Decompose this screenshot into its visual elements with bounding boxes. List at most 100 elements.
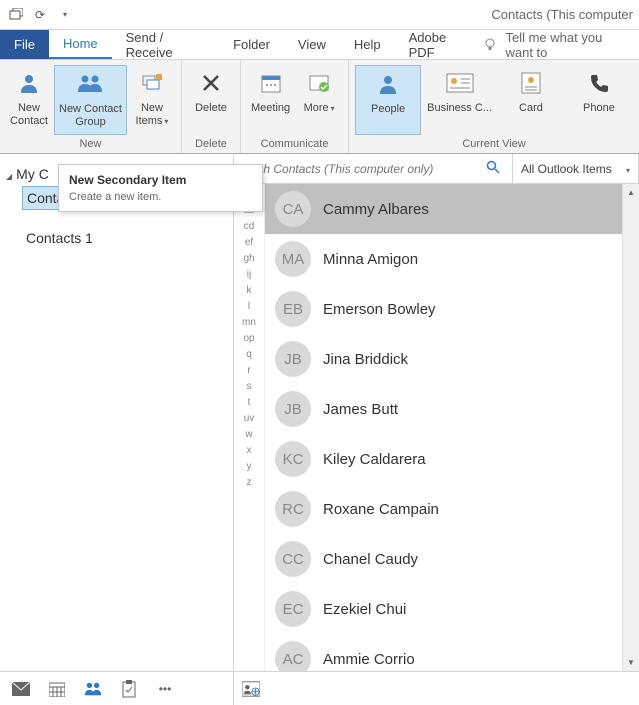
more-communicate-button[interactable]: More	[296, 65, 342, 135]
avatar: EB	[275, 291, 311, 327]
delete-button[interactable]: Delete	[188, 65, 234, 135]
tab-adobe[interactable]: Adobe PDF	[395, 30, 484, 59]
undo-icon[interactable]: ⟳	[30, 5, 50, 25]
new-items-button[interactable]: NewItems	[129, 65, 175, 135]
people-card-icon[interactable]	[242, 680, 260, 698]
view-phone-button[interactable]: Phone	[566, 65, 632, 135]
ribbon: NewContact New ContactGroup NewItems New…	[0, 60, 639, 154]
calendar-nav-icon[interactable]	[48, 680, 66, 698]
scroll-down-icon[interactable]: ▼	[623, 654, 639, 671]
view-businesscard-button[interactable]: Business C...	[423, 65, 496, 135]
view-card-button[interactable]: Card	[498, 65, 564, 135]
alpha-l[interactable]: l	[248, 302, 250, 312]
contact-list[interactable]: CACammy Albares MA Minna Amigon EB Emerson B…	[264, 184, 622, 671]
qat-customize-icon[interactable]	[54, 5, 74, 25]
avatar: JB	[275, 341, 311, 377]
alpha-y[interactable]: y	[247, 462, 252, 472]
view-people-button[interactable]: People	[355, 65, 421, 135]
search-input[interactable]	[240, 162, 480, 176]
contact-row[interactable]: KC Kiley Caldarera	[265, 434, 622, 484]
alpha-k[interactable]: k	[247, 286, 252, 296]
alpha-ef[interactable]: ef	[245, 238, 253, 248]
sendreceive-qat-icon[interactable]	[6, 5, 26, 25]
alpha-w[interactable]: w	[245, 430, 252, 440]
ribbon-group-currentview: People Business C... Card Phone Current …	[349, 60, 639, 153]
contact-row[interactable]: JB James Butt	[265, 384, 622, 434]
contact-name: Emerson Bowley	[323, 301, 436, 318]
alpha-q[interactable]: q	[246, 350, 252, 360]
scrollbar[interactable]: ▲ ▼	[622, 184, 639, 671]
tree-item-contacts1[interactable]: Contacts 1	[22, 210, 227, 249]
nav-bar: •••	[0, 671, 233, 705]
contacts-area: 123abcdefghijklmnopqrstuvwxyz CACammy Al…	[234, 184, 639, 671]
people-nav-icon[interactable]	[84, 680, 102, 698]
avatar: KC	[275, 441, 311, 477]
people-card-bar	[234, 671, 639, 705]
contact-row[interactable]: EB Emerson Bowley	[265, 284, 622, 334]
contact-row[interactable]: MA Minna Amigon	[265, 234, 622, 284]
contact-name: Jina Briddick	[323, 351, 408, 368]
alpha-op[interactable]: op	[243, 334, 254, 344]
contact-name: Ezekiel Chui	[323, 601, 406, 618]
contact-name: Kiley Caldarera	[323, 451, 426, 468]
contact-row[interactable]: CACammy Albares	[265, 184, 622, 234]
chevron-down-icon	[6, 166, 12, 182]
alpha-t[interactable]: t	[248, 398, 251, 408]
avatar: AC	[275, 641, 311, 671]
tab-help[interactable]: Help	[340, 30, 395, 59]
alpha-cd[interactable]: cd	[244, 222, 255, 232]
avatar: JB	[275, 391, 311, 427]
tab-folder[interactable]: Folder	[219, 30, 284, 59]
avatar: CC	[275, 541, 311, 577]
contact-row[interactable]: RC Roxane Campain	[265, 484, 622, 534]
alpha-r[interactable]: r	[247, 366, 250, 376]
new-items-icon	[136, 67, 168, 99]
tab-file[interactable]: File	[0, 30, 49, 59]
alpha-s[interactable]: s	[247, 382, 252, 392]
contact-name: Cammy Albares	[323, 201, 429, 218]
tell-me-input[interactable]: Tell me what you want to	[505, 30, 633, 60]
quick-access-toolbar: ⟳	[6, 5, 74, 25]
search-row: All Outlook Items	[234, 154, 639, 184]
contact-name: Minna Amigon	[323, 251, 418, 268]
contact-row[interactable]: JB Jina Briddick	[265, 334, 622, 384]
alpha-uv[interactable]: uv	[244, 414, 255, 424]
mail-nav-icon[interactable]	[12, 680, 30, 698]
contact-row[interactable]: EC Ezekiel Chui	[265, 584, 622, 634]
alpha-ij[interactable]: ij	[247, 270, 251, 280]
alpha-z[interactable]: z	[247, 478, 252, 488]
person-icon	[13, 67, 45, 99]
tab-view[interactable]: View	[284, 30, 340, 59]
avatar: EC	[275, 591, 311, 627]
contacts-pane: All Outlook Items 123abcdefghijklmnopqrs…	[234, 154, 639, 705]
tooltip-body: Create a new item.	[69, 191, 252, 203]
avatar: MA	[275, 241, 311, 277]
nav-overflow-icon[interactable]: •••	[156, 680, 174, 698]
tasks-nav-icon[interactable]	[120, 680, 138, 698]
new-items-tooltip: New Secondary Item Create a new item.	[58, 164, 263, 212]
search-icon[interactable]	[480, 160, 506, 177]
contact-name: James Butt	[323, 401, 398, 418]
calendar-icon	[255, 67, 287, 99]
lightbulb-icon[interactable]	[483, 37, 497, 53]
contact-name: Roxane Campain	[323, 501, 439, 518]
search-box[interactable]	[234, 154, 513, 183]
avatar: RC	[275, 491, 311, 527]
filter-dropdown[interactable]: All Outlook Items	[513, 154, 639, 183]
alpha-x[interactable]: x	[247, 446, 252, 456]
scroll-up-icon[interactable]: ▲	[623, 184, 639, 201]
alpha-gh[interactable]: gh	[243, 254, 254, 264]
alpha-mn[interactable]: mn	[242, 318, 256, 328]
contact-row[interactable]: CCChanel Caudy	[265, 534, 622, 584]
main-area: New Secondary Item Create a new item. My…	[0, 154, 639, 705]
people-group-icon	[74, 68, 106, 100]
new-contact-button[interactable]: NewContact	[6, 65, 52, 135]
more-icon	[303, 67, 335, 99]
contact-row[interactable]: ACAmmie Corrio	[265, 634, 622, 671]
window-title: Contacts (This computer	[491, 7, 633, 22]
scroll-thumb[interactable]	[623, 201, 639, 654]
meeting-button[interactable]: Meeting	[247, 65, 294, 135]
new-contact-group-button[interactable]: New ContactGroup	[54, 65, 127, 135]
tab-home[interactable]: Home	[49, 30, 112, 59]
tab-sendreceive[interactable]: Send / Receive	[112, 30, 219, 59]
